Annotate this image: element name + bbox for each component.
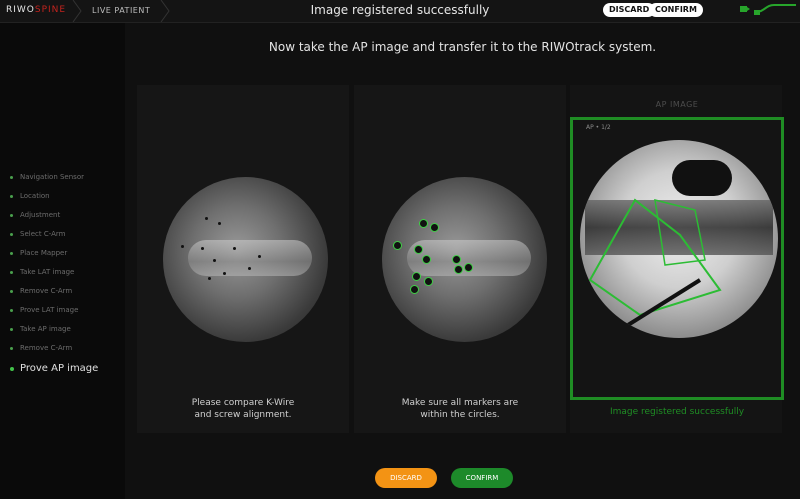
caption-line: Make sure all markers are bbox=[401, 398, 519, 408]
marker-circle bbox=[419, 219, 428, 228]
caption-line: within the circles. bbox=[420, 410, 500, 420]
registration-status: Image registered successfully bbox=[609, 407, 745, 417]
header-discard-button[interactable]: DISCARD bbox=[603, 3, 656, 17]
camera-icon bbox=[740, 6, 750, 12]
step-remove-c-arm-2[interactable]: Remove C-Arm bbox=[10, 344, 98, 363]
kwire-marker bbox=[233, 247, 236, 250]
step-navigation-sensor[interactable]: Navigation Sensor bbox=[10, 173, 98, 192]
header-confirm-button[interactable]: CONFIRM bbox=[649, 3, 703, 17]
marker-circle bbox=[412, 272, 421, 281]
ap-image-title: AP IMAGE bbox=[655, 100, 699, 109]
caption-line: and screw alignment. bbox=[194, 410, 292, 420]
marker-circle bbox=[454, 265, 463, 274]
step-place-mapper[interactable]: Place Mapper bbox=[10, 249, 98, 268]
cable-connection-icon bbox=[754, 2, 798, 22]
kwire-marker bbox=[248, 267, 251, 270]
marker-circle bbox=[414, 245, 423, 254]
step-select-c-arm[interactable]: Select C-Arm bbox=[10, 230, 98, 249]
step-remove-c-arm[interactable]: Remove C-Arm bbox=[10, 287, 98, 306]
kwire-marker bbox=[213, 259, 216, 262]
confirm-button[interactable]: CONFIRM bbox=[451, 468, 513, 488]
top-bar: RIWOSPINE LIVE PATIENT Image registered … bbox=[0, 0, 800, 23]
step-prove-lat-image[interactable]: Prove LAT image bbox=[10, 306, 98, 325]
workflow-sidebar: Navigation Sensor Location Adjustment Se… bbox=[0, 23, 125, 499]
marker-circle bbox=[410, 285, 419, 294]
ap-xray-image bbox=[580, 140, 778, 338]
kwire-marker bbox=[208, 277, 211, 280]
discard-button[interactable]: DISCARD bbox=[375, 468, 437, 488]
kwire-marker bbox=[181, 245, 184, 248]
step-take-lat-image[interactable]: Take LAT image bbox=[10, 268, 98, 287]
marker-circle bbox=[464, 263, 473, 272]
step-adjustment[interactable]: Adjustment bbox=[10, 211, 98, 230]
ap-registration-overlay bbox=[588, 198, 722, 332]
kwire-marker bbox=[205, 217, 208, 220]
markers-caption: Make sure all markers are within the cir… bbox=[354, 397, 566, 421]
marker-circle bbox=[430, 223, 439, 232]
caption-line: Please compare K-Wire bbox=[191, 398, 295, 408]
kwire-marker bbox=[223, 272, 226, 275]
alignment-caption: Please compare K-Wire and screw alignmen… bbox=[137, 397, 349, 421]
instruction-text: Now take the AP image and transfer it to… bbox=[268, 40, 657, 54]
marker-circle bbox=[422, 255, 431, 264]
kwire-marker bbox=[258, 255, 261, 258]
ap-image-subtitle: AP • 1/2 bbox=[586, 124, 611, 131]
lat-xray-image bbox=[163, 177, 328, 342]
kwire-marker bbox=[201, 247, 204, 250]
step-location[interactable]: Location bbox=[10, 192, 98, 211]
step-take-ap-image[interactable]: Take AP image bbox=[10, 325, 98, 344]
workflow-steps: Navigation Sensor Location Adjustment Se… bbox=[10, 173, 98, 382]
marker-circle bbox=[452, 255, 461, 264]
markers-xray-image bbox=[382, 177, 547, 342]
marker-circle bbox=[424, 277, 433, 286]
kwire-marker bbox=[218, 222, 221, 225]
spine-shadow bbox=[187, 239, 312, 276]
step-prove-ap-image[interactable]: Prove AP image bbox=[10, 363, 98, 382]
marker-circle bbox=[393, 241, 402, 250]
